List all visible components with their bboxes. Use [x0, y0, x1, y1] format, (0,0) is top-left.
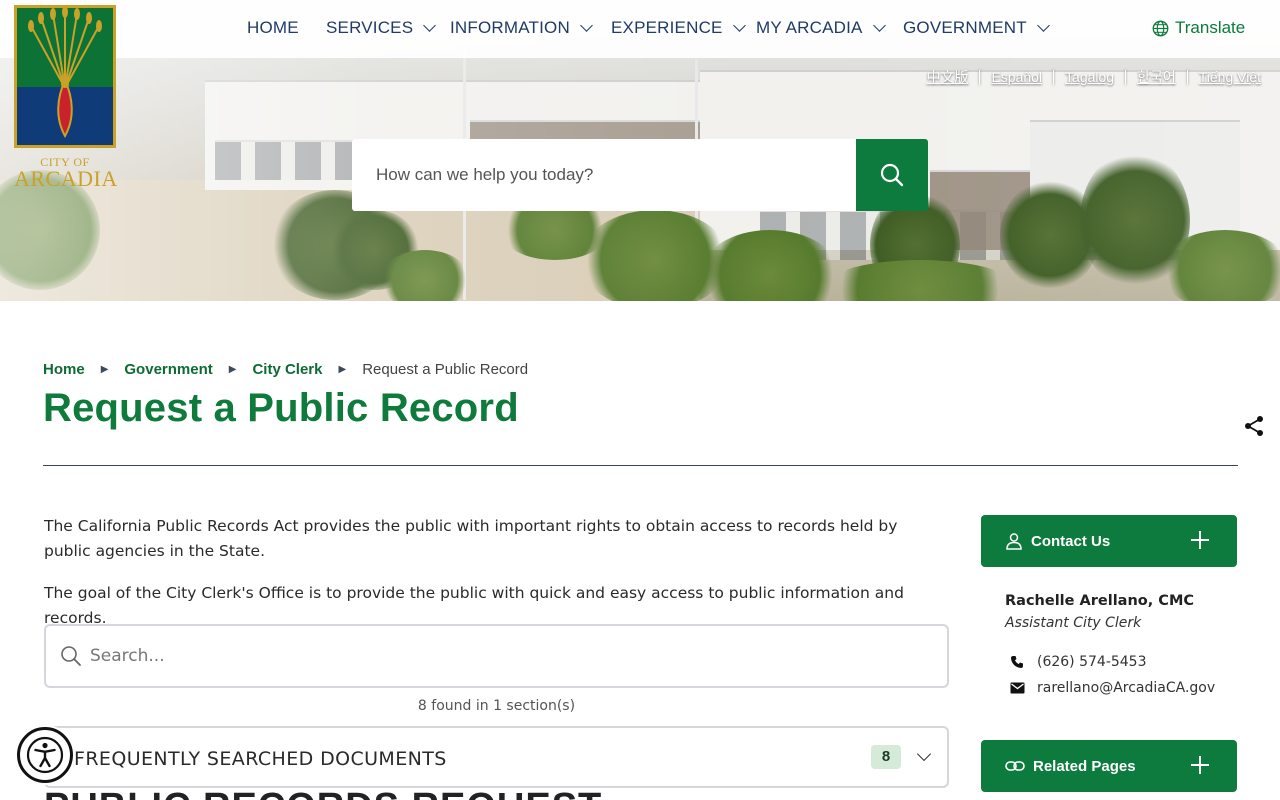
contact-email-row: rarellano@ArcadiaCA.gov [1009, 680, 1215, 696]
search-icon [880, 163, 904, 187]
plus-icon [1191, 756, 1209, 774]
city-logo[interactable]: CITY OF ARCADIA [14, 5, 118, 191]
contact-role: Assistant City Clerk [1005, 615, 1142, 631]
contact-us-toggle[interactable]: Contact Us [981, 515, 1237, 567]
breadcrumb-separator-icon: ▶ [228, 364, 237, 375]
contact-email[interactable]: rarellano@ArcadiaCA.gov [1037, 680, 1215, 696]
title-divider [43, 465, 1238, 466]
search-results-count: 8 found in 1 section(s) [417, 698, 576, 714]
chevron-down-icon [580, 19, 593, 32]
accessibility-button[interactable] [17, 727, 73, 783]
count-badge: 8 [871, 745, 901, 769]
accessibility-icon [26, 736, 64, 774]
person-icon [1006, 533, 1022, 550]
lang-chinese[interactable]: 中文版 [915, 67, 979, 87]
contact-phone-row: (626) 574-5453 [1009, 654, 1147, 670]
nav-government[interactable]: GOVERNMENT [903, 18, 1050, 38]
lang-korean[interactable]: 한국어 [1126, 67, 1187, 87]
site-search-button[interactable] [856, 139, 928, 211]
chevron-down-icon [423, 19, 437, 32]
phone-icon [1009, 655, 1025, 669]
lang-tagalog[interactable]: Tagalog [1054, 69, 1125, 85]
contact-name: Rachelle Arellano, CMC [1005, 593, 1195, 609]
document-search-input[interactable] [90, 646, 890, 666]
chevron-down-icon [1036, 19, 1050, 32]
lang-vietnamese[interactable]: Tiếng Việt [1188, 69, 1261, 85]
breadcrumb-city-clerk[interactable]: City Clerk [252, 361, 322, 378]
intro-paragraph: The California Public Records Act provid… [44, 517, 898, 560]
translate-label: Translate [1175, 18, 1246, 37]
main-navigation: HOME SERVICES INFORMATION EXPERIENCE MY … [0, 0, 1280, 58]
globe-icon [1152, 20, 1169, 36]
breadcrumb: Home ▶ Government ▶ City Clerk ▶ Request… [43, 361, 528, 378]
lang-spanish[interactable]: Español [980, 69, 1053, 85]
nav-experience[interactable]: EXPERIENCE [611, 18, 746, 38]
nav-home[interactable]: HOME [247, 18, 299, 38]
search-icon [61, 646, 81, 666]
accordion-frequently-searched[interactable]: FREQUENTLY SEARCHED DOCUMENTS 8 [44, 726, 949, 788]
breadcrumb-separator-icon: ▶ [338, 364, 347, 375]
link-icon [1005, 761, 1025, 771]
share-icon [1245, 416, 1263, 436]
related-pages-toggle[interactable]: Related Pages [981, 740, 1237, 792]
site-search [352, 139, 928, 211]
logo-text-arcadia: ARCADIA [14, 166, 118, 191]
chevron-down-icon [916, 746, 932, 762]
share-button[interactable] [1243, 415, 1265, 442]
peacock-emblem [14, 5, 116, 148]
language-links: 中文版 Español Tagalog 한국어 Tiếng Việt [915, 67, 1261, 87]
breadcrumb-home[interactable]: Home [43, 361, 85, 378]
nav-services[interactable]: SERVICES [326, 18, 437, 38]
section-heading-public-records: PUBLIC RECORDS REQUEST [44, 790, 602, 800]
breadcrumb-separator-icon: ▶ [100, 364, 109, 375]
accordion-title: FREQUENTLY SEARCHED DOCUMENTS [74, 748, 447, 770]
translate-button[interactable]: Translate [1152, 18, 1245, 38]
document-search [44, 624, 949, 688]
related-pages-label: Related Pages [1033, 757, 1136, 775]
chevron-down-icon [872, 19, 886, 32]
contact-us-label: Contact Us [1031, 532, 1111, 550]
breadcrumb-current: Request a Public Record [362, 361, 529, 378]
site-search-input[interactable] [352, 139, 856, 211]
contact-phone[interactable]: (626) 574-5453 [1037, 654, 1147, 670]
nav-my-arcadia[interactable]: MY ARCADIA [756, 18, 886, 38]
plus-icon [1191, 531, 1209, 549]
breadcrumb-government[interactable]: Government [124, 361, 212, 378]
chevron-down-icon [732, 19, 746, 32]
mail-icon [1009, 682, 1025, 694]
page-title: Request a Public Record [43, 386, 519, 430]
nav-information[interactable]: INFORMATION [450, 18, 593, 38]
